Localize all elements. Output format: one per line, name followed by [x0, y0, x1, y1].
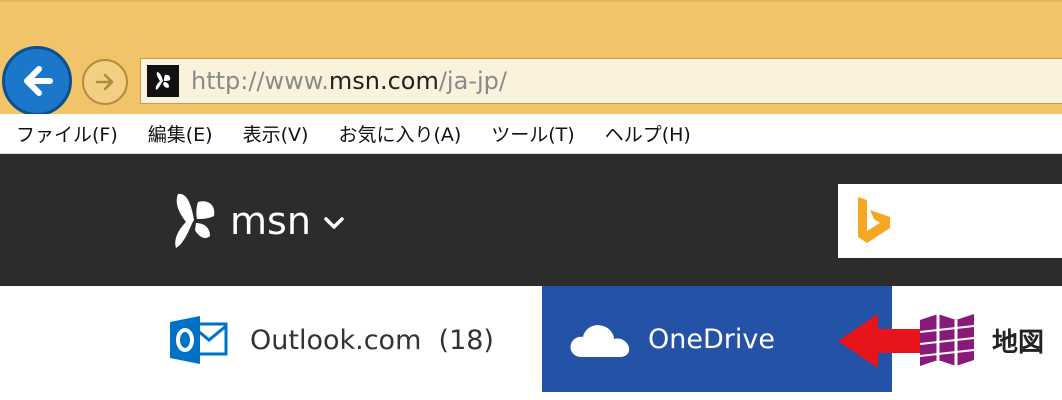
menu-file[interactable]: ファイル(F)	[16, 120, 118, 147]
msn-logo[interactable]: msn	[168, 190, 345, 252]
url-host: msn.com	[328, 67, 439, 95]
menu-view[interactable]: 表示(V)	[243, 120, 309, 147]
bing-search-box[interactable]	[838, 184, 1062, 258]
menu-edit[interactable]: 編集(E)	[148, 120, 213, 147]
msn-butterfly-icon	[147, 65, 179, 97]
forward-arrow-icon	[95, 73, 114, 91]
forward-button[interactable]	[82, 59, 128, 105]
outlook-icon	[170, 316, 228, 364]
onedrive-label: OneDrive	[648, 323, 775, 355]
outlook-link[interactable]: Outlook.com (18)	[170, 314, 494, 366]
maps-label: 地図	[992, 327, 1045, 358]
back-button[interactable]	[2, 46, 72, 116]
msn-butterfly-logo-icon	[175, 193, 215, 248]
maps-icon	[919, 314, 975, 366]
browser-toolbar: http://www.msn.com/ja-jp/	[0, 0, 1062, 116]
outlook-label: Outlook.com (18)	[250, 325, 494, 356]
maps-link[interactable]: 地図	[918, 314, 1044, 366]
bing-icon	[858, 197, 890, 243]
browser-window: http://www.msn.com/ja-jp/ ファイル(F) 編集(E) …	[0, 0, 1062, 400]
url-scheme: http://www.	[191, 67, 329, 95]
back-arrow-icon	[24, 66, 53, 96]
menu-bar: ファイル(F) 編集(E) 表示(V) お気に入り(A) ツール(T) ヘルプ(…	[0, 114, 1062, 154]
outlook-unread-count: (18)	[438, 324, 494, 356]
onedrive-cloud-icon	[570, 325, 630, 357]
url-path: /ja-jp/	[438, 67, 507, 95]
service-links-bar: Outlook.com (18) OneDrive 地図	[0, 286, 1062, 400]
menu-favorites[interactable]: お気に入り(A)	[338, 120, 461, 147]
address-bar[interactable]: http://www.msn.com/ja-jp/	[140, 58, 1062, 104]
url-text[interactable]: http://www.msn.com/ja-jp/	[191, 67, 507, 95]
chevron-down-icon	[324, 217, 344, 229]
outlook-name: Outlook.com	[250, 324, 422, 356]
menu-help[interactable]: ヘルプ(H)	[605, 120, 691, 147]
msn-wordmark: msn	[230, 199, 311, 243]
menu-tools[interactable]: ツール(T)	[491, 120, 574, 147]
msn-header: msn	[0, 154, 1062, 286]
